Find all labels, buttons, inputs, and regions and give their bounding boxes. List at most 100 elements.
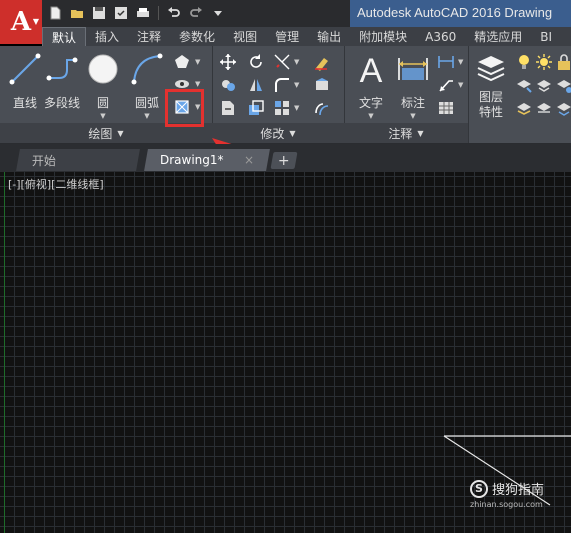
text-icon: A	[360, 52, 383, 86]
watermark-url: zhinan.sogou.com	[470, 500, 543, 509]
chevron-down-icon[interactable]: ▼	[144, 112, 149, 120]
save-as-icon[interactable]	[112, 4, 130, 22]
chevron-down-icon[interactable]: ▼	[294, 104, 299, 112]
circle-icon	[88, 54, 118, 84]
ribbon-tab[interactable]: 注释	[128, 27, 170, 46]
modify-panel: ▼ ▼ ▼ 修改 ▼	[212, 46, 345, 143]
tab-drawing1-label: Drawing1*	[160, 153, 224, 167]
ribbon-tab[interactable]: 插入	[86, 27, 128, 46]
lightbulb-icon[interactable]	[514, 52, 534, 72]
open-folder-icon[interactable]	[68, 4, 86, 22]
dimension-label: 标注	[400, 96, 425, 110]
lock-icon[interactable]	[554, 52, 571, 72]
line-tool[interactable]: 直线	[8, 52, 42, 111]
layer-properties-label-line2: 特性	[478, 105, 503, 119]
dimension-tool[interactable]: 标注 ▼	[396, 52, 430, 120]
polygon-icon[interactable]	[172, 52, 192, 72]
modify-panel-title: 修改	[260, 126, 285, 141]
move-icon[interactable]	[218, 52, 238, 72]
layer-freeze-icon[interactable]	[554, 75, 571, 95]
line-label: 直线	[12, 96, 37, 110]
watermark-text: 搜狗指南	[492, 483, 545, 498]
tab-drawing1[interactable]: Drawing1* ×	[144, 149, 270, 171]
layer-match-icon[interactable]	[514, 75, 534, 95]
ribbon-tab[interactable]: A360	[416, 27, 465, 46]
svg-text:A: A	[360, 52, 383, 86]
ribbon-tab[interactable]: 视图	[224, 27, 266, 46]
ribbon-tab[interactable]: 附加模块	[350, 27, 416, 46]
chevron-down-icon[interactable]: ▼	[100, 112, 105, 120]
copy-icon[interactable]	[218, 75, 238, 95]
line-icon	[9, 53, 41, 85]
new-file-icon[interactable]	[46, 4, 64, 22]
layer-off-icon[interactable]	[514, 98, 534, 118]
dimension-icon	[398, 58, 428, 80]
annotation-panel-footer[interactable]: 注释 ▼	[344, 123, 468, 143]
text-tool[interactable]: A 文字 ▼	[354, 52, 388, 120]
layer-merge-icon[interactable]	[554, 98, 571, 118]
caret-down-icon: ▼	[32, 17, 39, 26]
draw-panel-title: 绘图	[88, 126, 113, 141]
highlight-box	[165, 89, 204, 127]
sogou-watermark: S 搜狗指南	[470, 479, 544, 498]
plus-icon: +	[278, 152, 290, 169]
circle-label: 圆	[96, 96, 109, 110]
chevron-down-icon[interactable]	[209, 4, 227, 22]
mirror-icon[interactable]	[246, 75, 266, 95]
polyline-label: 多段线	[44, 96, 81, 110]
ribbon-tab[interactable]: 默认	[42, 27, 87, 46]
fillet-icon[interactable]	[272, 75, 292, 95]
undo-icon[interactable]	[165, 4, 183, 22]
modify-panel-footer[interactable]: 修改 ▼	[212, 123, 344, 143]
chevron-down-icon[interactable]: ▼	[410, 112, 415, 120]
layer-properties-tool[interactable]: 图层 特性	[474, 52, 508, 120]
polyline-tool[interactable]: 多段线	[44, 52, 80, 111]
table-icon[interactable]	[436, 98, 456, 118]
toolbar-separator	[158, 6, 159, 20]
arc-tool[interactable]: 圆弧 ▼	[130, 52, 164, 120]
stretch-icon[interactable]	[218, 98, 238, 118]
close-icon[interactable]: ×	[244, 153, 254, 167]
ribbon-tab[interactable]: 参数化	[170, 27, 224, 46]
ribbon-tab[interactable]: 精选应用	[465, 27, 531, 46]
tab-start[interactable]: 开始	[16, 149, 140, 171]
application-menu-button[interactable]: A ▼	[0, 0, 42, 44]
offset-icon[interactable]	[312, 98, 332, 118]
print-icon[interactable]	[134, 4, 152, 22]
redo-icon[interactable]	[187, 4, 205, 22]
sun-icon[interactable]	[534, 52, 554, 72]
rotate-icon[interactable]	[246, 52, 266, 72]
chevron-down-icon[interactable]: ▼	[294, 81, 299, 89]
chevron-down-icon[interactable]: ▼	[458, 81, 463, 89]
chevron-down-icon[interactable]: ▼	[368, 112, 373, 120]
polyline-icon	[46, 57, 78, 81]
ribbon-tab[interactable]: 输出	[308, 27, 350, 46]
ribbon-tab[interactable]: BI	[531, 27, 561, 46]
arc-icon	[131, 53, 163, 85]
chevron-down-icon: ▼	[117, 128, 124, 138]
explode-icon[interactable]	[312, 75, 332, 95]
new-tab-button[interactable]: +	[270, 152, 298, 169]
layer-walk-icon[interactable]	[534, 98, 554, 118]
chevron-down-icon[interactable]: ▼	[458, 58, 463, 66]
layer-properties-label: 图层 特性	[479, 90, 503, 120]
linear-dimension-icon[interactable]	[436, 52, 456, 72]
quick-access-toolbar	[46, 3, 227, 23]
sogou-logo-icon: S	[470, 479, 488, 498]
ribbon-tab-bar: 默认 插入 注释 参数化 视图 管理 输出 附加模块 A360 精选应用 BI	[42, 27, 571, 46]
array-icon[interactable]	[272, 98, 292, 118]
layer-isolate-icon[interactable]	[534, 75, 554, 95]
circle-tool[interactable]: 圆 ▼	[86, 52, 120, 120]
text-label: 文字	[358, 96, 383, 110]
leader-icon[interactable]	[436, 75, 456, 95]
chevron-down-icon[interactable]: ▼	[195, 58, 200, 66]
scale-icon[interactable]	[246, 98, 266, 118]
chevron-down-icon[interactable]: ▼	[294, 58, 299, 66]
trim-icon[interactable]	[272, 52, 292, 72]
layers-panel: 图层 特性	[468, 46, 571, 143]
erase-icon[interactable]	[312, 52, 332, 72]
save-icon[interactable]	[90, 4, 108, 22]
ribbon-tab[interactable]: 管理	[266, 27, 308, 46]
chevron-down-icon[interactable]: ▼	[195, 80, 200, 88]
title-bar: Autodesk AutoCAD 2016 Drawing	[0, 0, 571, 27]
